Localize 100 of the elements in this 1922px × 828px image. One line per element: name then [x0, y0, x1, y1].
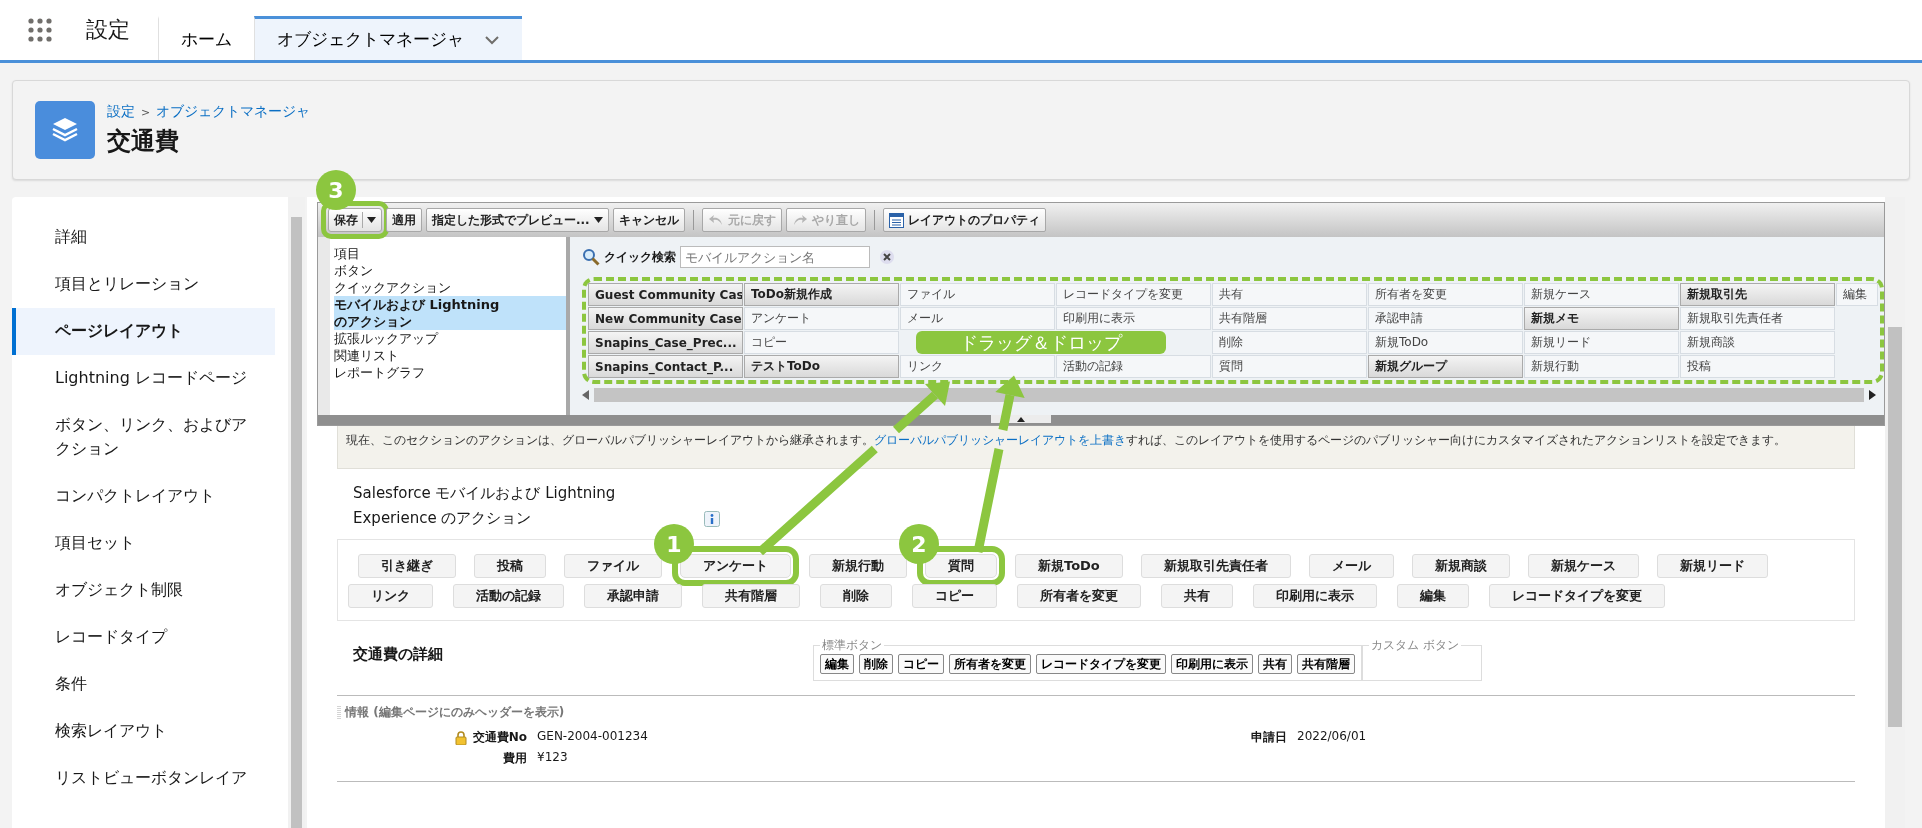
action-item[interactable]: 新規リード: [1656, 554, 1768, 578]
action-item[interactable]: 新規ケース: [1527, 554, 1639, 578]
palette-item[interactable]: リンク: [900, 355, 1055, 378]
palette-item[interactable]: 新規ケース: [1524, 283, 1679, 306]
category-item[interactable]: 項目: [334, 245, 566, 262]
action-item[interactable]: リンク: [348, 584, 433, 608]
palette-item[interactable]: メール: [900, 307, 1055, 330]
app-launcher-icon[interactable]: [28, 18, 52, 42]
action-item[interactable]: メール: [1308, 554, 1394, 578]
sidebar-item[interactable]: リストビューボタンレイア: [12, 755, 275, 802]
action-item[interactable]: ファイル: [564, 554, 662, 578]
scroll-left-icon[interactable]: [582, 390, 590, 400]
palette-item[interactable]: アンケート: [744, 307, 899, 330]
palette-item[interactable]: 新規商談: [1680, 331, 1835, 354]
toolbar-button[interactable]: キャンセル: [612, 208, 685, 232]
action-item[interactable]: 編集: [1397, 584, 1469, 608]
override-link[interactable]: グローバルパブリッシャーレイアウトを上書き: [874, 433, 1126, 447]
sidebar-item[interactable]: オブジェクト制限: [12, 567, 275, 614]
palette-item[interactable]: 質問: [1212, 355, 1367, 378]
category-item[interactable]: ボタン: [334, 262, 566, 279]
palette-item[interactable]: レコードタイプを変更: [1056, 283, 1211, 306]
standard-button[interactable]: コピー: [898, 654, 944, 674]
standard-button[interactable]: 削除: [859, 654, 893, 674]
sidebar-item[interactable]: 項目とリレーション: [12, 261, 275, 308]
info-icon[interactable]: [704, 511, 720, 527]
page-title: 交通費: [107, 126, 180, 157]
palette-item[interactable]: New Community Case: [588, 307, 743, 330]
palette-item[interactable]: 新規取引先: [1680, 283, 1835, 306]
sidebar-item[interactable]: Lightning レコードページ: [12, 355, 275, 402]
action-item[interactable]: 新規商談: [1411, 554, 1510, 578]
palette-item[interactable]: テストToDo: [744, 355, 899, 378]
palette-item[interactable]: 所有者を変更: [1368, 283, 1523, 306]
breadcrumb-separator: >: [141, 105, 151, 119]
breadcrumb-link[interactable]: 設定: [107, 103, 135, 121]
action-item[interactable]: 投稿: [474, 554, 546, 578]
collapse-handle-icon[interactable]: [991, 415, 1051, 423]
category-item[interactable]: 関連リスト: [334, 347, 566, 364]
callout-badge: 2: [899, 524, 939, 564]
standard-button[interactable]: 共有: [1258, 654, 1292, 674]
sidebar-item[interactable]: 詳細: [12, 214, 275, 261]
palette-item[interactable]: コピー: [744, 331, 899, 354]
palette-item[interactable]: 新規メモ: [1524, 307, 1679, 330]
palette-item[interactable]: 編集: [1836, 283, 1878, 306]
action-item[interactable]: 削除: [820, 584, 892, 608]
action-item[interactable]: 承認申請: [584, 584, 682, 608]
palette-item[interactable]: 共有階層: [1212, 307, 1367, 330]
clear-icon[interactable]: [880, 250, 894, 264]
category-item[interactable]: クイックアクション: [334, 279, 566, 296]
action-item[interactable]: 新規ToDo: [1015, 554, 1123, 578]
category-item[interactable]: レポートグラフ: [334, 364, 566, 381]
sidebar-item[interactable]: ボタン、リンク、およびアクション: [12, 402, 275, 473]
action-item[interactable]: 新規行動: [809, 554, 907, 578]
sidebar-item[interactable]: レコードタイプ: [12, 614, 275, 661]
search-field[interactable]: モバイルアクション名: [680, 246, 870, 268]
standard-button[interactable]: レコードタイプを変更: [1036, 654, 1166, 674]
scrollbar[interactable]: [1885, 197, 1905, 828]
action-item[interactable]: 共有階層: [702, 584, 800, 608]
palette-item[interactable]: 新規行動: [1524, 355, 1679, 378]
toolbar-button[interactable]: 適用: [386, 208, 422, 232]
palette-item[interactable]: 承認申請: [1368, 307, 1523, 330]
toolbar-button[interactable]: 指定した形式でプレビュー...: [426, 208, 609, 232]
palette-item[interactable]: 活動の記録: [1056, 355, 1211, 378]
sidebar-item[interactable]: 検索レイアウト: [12, 708, 275, 755]
category-item[interactable]: 拡張ルックアップ: [334, 330, 566, 347]
palette-item[interactable]: 印刷用に表示: [1056, 307, 1211, 330]
palette-item[interactable]: Snapins_Contact_P...: [588, 355, 743, 378]
action-item[interactable]: 印刷用に表示: [1253, 584, 1377, 608]
sidebar-item[interactable]: コンパクトレイアウト: [12, 473, 275, 520]
palette-item[interactable]: 新規ToDo: [1368, 331, 1523, 354]
breadcrumb-link[interactable]: オブジェクトマネージャ: [156, 103, 311, 121]
action-item[interactable]: コピー: [912, 584, 997, 608]
action-item[interactable]: 新規取引先責任者: [1140, 554, 1291, 578]
drag-grip-icon[interactable]: [337, 705, 341, 720]
action-item[interactable]: レコードタイプを変更: [1489, 584, 1665, 608]
properties-icon: [888, 212, 904, 228]
palette-item[interactable]: 削除: [1212, 331, 1367, 354]
palette-item[interactable]: 共有: [1212, 283, 1367, 306]
palette-item[interactable]: 新規リード: [1524, 331, 1679, 354]
palette-item[interactable]: ファイル: [900, 283, 1055, 306]
toolbar-button[interactable]: レイアウトのプロパティ: [882, 208, 1046, 232]
action-item[interactable]: 活動の記録: [453, 584, 564, 608]
action-item[interactable]: 共有: [1161, 584, 1233, 608]
action-item[interactable]: 引き継ぎ: [358, 554, 456, 578]
standard-button[interactable]: 共有階層: [1297, 654, 1355, 674]
sidebar-item[interactable]: 項目セット: [12, 520, 275, 567]
sidebar-item[interactable]: 条件: [12, 661, 275, 708]
category-item[interactable]: モバイルおよび Lightning のアクション: [334, 296, 566, 330]
standard-button[interactable]: 編集: [820, 654, 854, 674]
sidebar-item[interactable]: ページレイアウト: [12, 308, 275, 355]
palette-item[interactable]: 投稿: [1680, 355, 1835, 378]
palette-item[interactable]: ToDo新規作成: [744, 283, 899, 306]
standard-button[interactable]: 印刷用に表示: [1171, 654, 1253, 674]
nav-tab[interactable]: オブジェクトマネージャ: [254, 16, 522, 60]
palette-item[interactable]: 新規取引先責任者: [1680, 307, 1835, 330]
chevron-down-icon[interactable]: [484, 34, 500, 45]
palette-item[interactable]: Snapins_Case_Prec...: [588, 331, 743, 354]
action-item[interactable]: 所有者を変更: [1017, 584, 1141, 608]
standard-button[interactable]: 所有者を変更: [949, 654, 1031, 674]
scroll-right-icon[interactable]: [1868, 390, 1876, 400]
palette-item[interactable]: 新規グループ: [1368, 355, 1523, 378]
